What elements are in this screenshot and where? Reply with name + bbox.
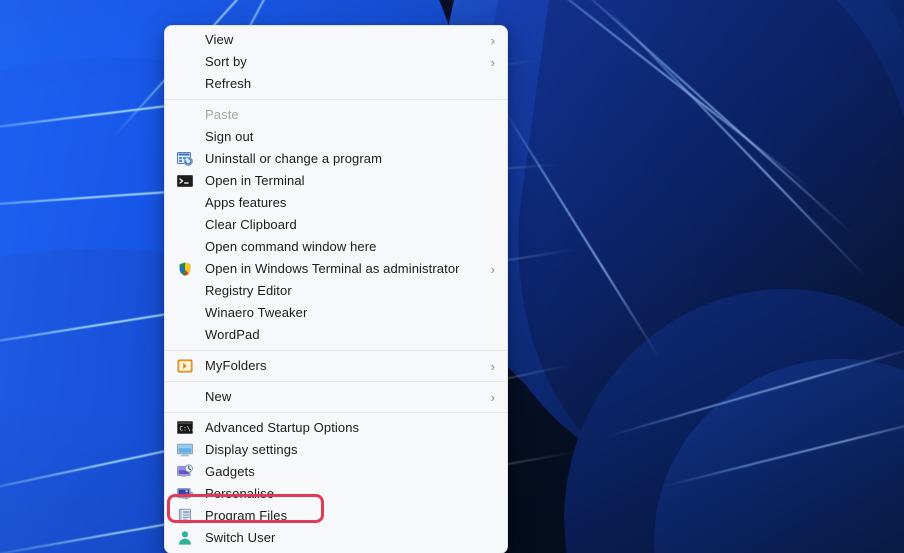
menu-item-label: Display settings: [205, 442, 298, 457]
no-icon: [177, 389, 193, 405]
menu-item-open-in-windows-terminal-as-administrator[interactable]: Open in Windows Terminal as administrato…: [165, 258, 507, 280]
menu-separator: [165, 350, 507, 351]
menu-item-advanced-startup-options[interactable]: C:\. Advanced Startup Options: [165, 417, 507, 439]
desktop: View › Sort by › Refresh Paste Sign out Uninst…: [0, 0, 904, 553]
menu-item-switch-user[interactable]: Switch User: [165, 527, 507, 549]
menu-item-sign-out[interactable]: Sign out: [165, 126, 507, 148]
menu-separator: [165, 381, 507, 382]
menu-item-label: Program Files: [205, 508, 288, 523]
menu-separator: [165, 99, 507, 100]
menu-separator: [165, 412, 507, 413]
menu-item-label: Open in Windows Terminal as administrato…: [205, 261, 460, 276]
shield-icon: [177, 261, 193, 277]
programs-icon: [177, 151, 193, 167]
chevron-right-icon: ›: [490, 32, 495, 48]
menu-item-uninstall-or-change-a-program[interactable]: Uninstall or change a program: [165, 148, 507, 170]
svg-text:C:\.: C:\.: [179, 426, 193, 433]
no-icon: [177, 54, 193, 70]
menu-item-open-command-window-here[interactable]: Open command window here: [165, 236, 507, 258]
menu-item-sort-by[interactable]: Sort by ›: [165, 51, 507, 73]
menu-item-label: View: [205, 32, 234, 47]
menu-item-registry-editor[interactable]: Registry Editor: [165, 280, 507, 302]
menu-item-label: Paste: [205, 107, 239, 122]
no-icon: [177, 239, 193, 255]
personalise-icon: [177, 486, 193, 502]
menu-item-winaero-tweaker[interactable]: Winaero Tweaker: [165, 302, 507, 324]
menu-item-label: MyFolders: [205, 358, 267, 373]
menu-item-label: Gadgets: [205, 464, 255, 479]
no-icon: [177, 107, 193, 123]
menu-item-label: New: [205, 389, 232, 404]
gadgets-icon: [177, 464, 193, 480]
menu-item-label: Clear Clipboard: [205, 217, 297, 232]
monitor-icon: [177, 442, 193, 458]
menu-item-apps-features[interactable]: Apps features: [165, 192, 507, 214]
menu-item-label: Sign out: [205, 129, 254, 144]
menu-item-label: Uninstall or change a program: [205, 151, 383, 166]
menu-item-display-settings[interactable]: Display settings: [165, 439, 507, 461]
no-icon: [177, 195, 193, 211]
no-icon: [177, 305, 193, 321]
no-icon: [177, 76, 193, 92]
menu-item-view[interactable]: View ›: [165, 29, 507, 51]
menu-item-label: WordPad: [205, 327, 260, 342]
menu-item-wordpad[interactable]: WordPad: [165, 324, 507, 346]
menu-item-label: Personalise: [205, 486, 275, 501]
menu-item-myfolders[interactable]: MyFolders ›: [165, 355, 507, 377]
no-icon: [177, 32, 193, 48]
menu-item-label: Winaero Tweaker: [205, 305, 308, 320]
terminal-icon: [177, 173, 193, 189]
chevron-right-icon: ›: [490, 54, 495, 70]
chevron-right-icon: ›: [490, 358, 495, 374]
chevron-right-icon: ›: [490, 261, 495, 277]
user-icon: [177, 530, 193, 546]
menu-item-label: Advanced Startup Options: [205, 420, 360, 435]
menu-item-label: Registry Editor: [205, 283, 292, 298]
menu-item-refresh[interactable]: Refresh: [165, 73, 507, 95]
menu-item-clear-clipboard[interactable]: Clear Clipboard: [165, 214, 507, 236]
no-icon: [177, 217, 193, 233]
no-icon: [177, 327, 193, 343]
menu-item-label: Open command window here: [205, 239, 377, 254]
console-icon: C:\.: [177, 420, 193, 436]
menu-item-label: Apps features: [205, 195, 287, 210]
menu-item-label: Sort by: [205, 54, 247, 69]
menu-item-label: Refresh: [205, 76, 252, 91]
menu-item-label: Open in Terminal: [205, 173, 305, 188]
desktop-context-menu[interactable]: View › Sort by › Refresh Paste Sign out Uninst…: [164, 25, 508, 553]
menu-item-gadgets[interactable]: Gadgets: [165, 461, 507, 483]
folder-orange-icon: [177, 358, 193, 374]
menu-item-personalise[interactable]: Personalise: [165, 483, 507, 505]
no-icon: [177, 129, 193, 145]
menu-item-label: Switch User: [205, 530, 276, 545]
document-icon: [177, 508, 193, 524]
menu-item-paste: Paste: [165, 104, 507, 126]
menu-item-open-in-terminal[interactable]: Open in Terminal: [165, 170, 507, 192]
chevron-right-icon: ›: [490, 389, 495, 405]
no-icon: [177, 283, 193, 299]
menu-item-program-files[interactable]: Program Files: [165, 505, 507, 527]
menu-item-new[interactable]: New ›: [165, 386, 507, 408]
